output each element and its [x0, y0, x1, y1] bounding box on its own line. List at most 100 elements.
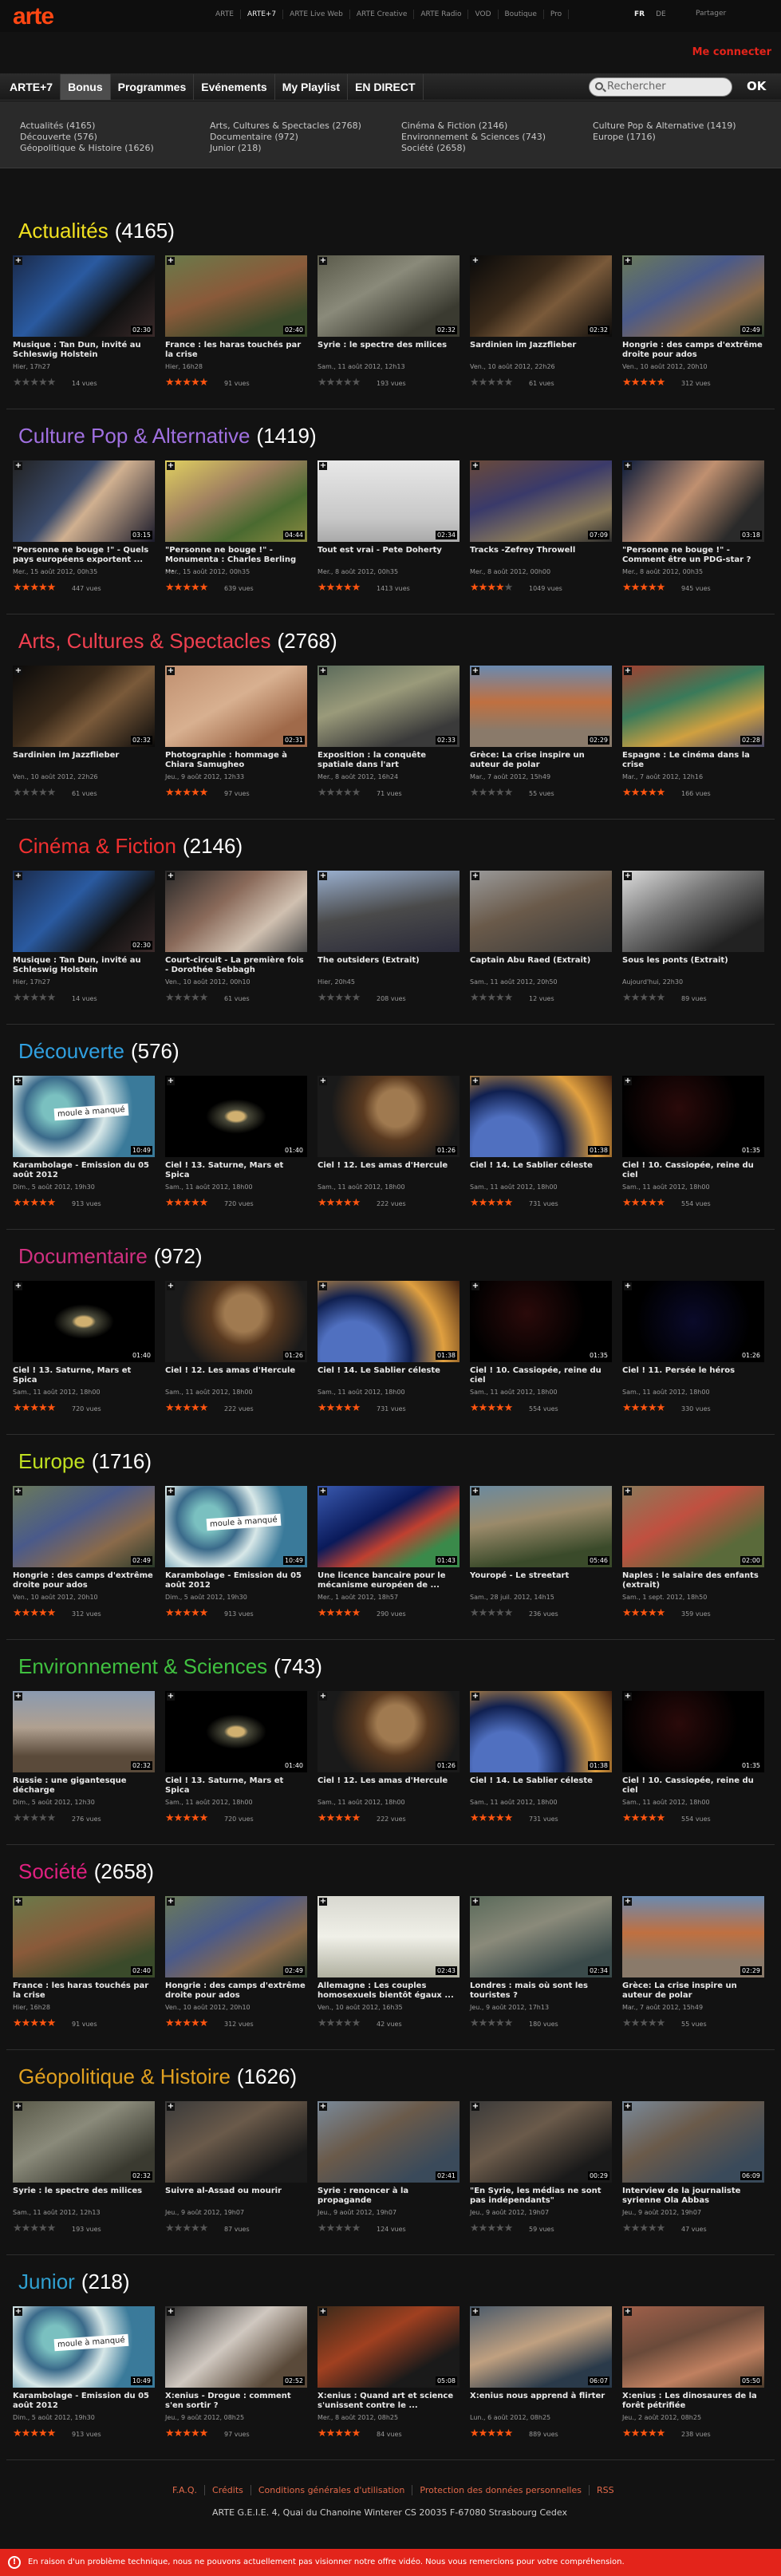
- add-to-playlist-icon[interactable]: +: [471, 1488, 479, 1495]
- video-thumbnail[interactable]: +02:32: [13, 2101, 155, 2183]
- topnav-pro[interactable]: Pro: [544, 10, 570, 19]
- video-title[interactable]: Allemagne : Les couples homosexuels bien…: [318, 1981, 460, 2001]
- video-thumbnail[interactable]: +05:08: [318, 2306, 460, 2388]
- add-to-playlist-icon[interactable]: +: [471, 872, 479, 880]
- section-category-name[interactable]: Culture Pop & Alternative: [18, 424, 250, 448]
- footer-link-cgu[interactable]: Conditions générales d'utilisation: [251, 2485, 413, 2495]
- add-to-playlist-icon[interactable]: +: [167, 2308, 175, 2316]
- video-card[interactable]: +02:32 Syrie : le spectre des milices Sam.…: [13, 2101, 155, 2241]
- section-category-name[interactable]: Géopolitique & Histoire: [18, 2064, 231, 2088]
- add-to-playlist-icon[interactable]: +: [167, 1898, 175, 1906]
- video-card[interactable]: +01:40 Ciel ! 13. Saturne, Mars et Spica S…: [13, 1281, 155, 1420]
- add-to-playlist-icon[interactable]: +: [471, 2308, 479, 2316]
- video-card[interactable]: +02:29 Grèce: La crise inspire un auteur …: [622, 1896, 764, 2036]
- topnav-boutique[interactable]: Boutique: [499, 10, 544, 19]
- topnav-liveweb[interactable]: ARTE Live Web: [283, 10, 350, 19]
- video-thumbnail[interactable]: +01:26: [318, 1691, 460, 1772]
- section-category-name[interactable]: Société: [18, 1859, 88, 1883]
- video-thumbnail[interactable]: +04:44: [165, 460, 307, 542]
- video-thumbnail[interactable]: +02:49: [13, 1486, 155, 1567]
- add-to-playlist-icon[interactable]: +: [471, 462, 479, 470]
- add-to-playlist-icon[interactable]: +: [319, 872, 327, 880]
- section-title[interactable]: Actualités (4165): [18, 219, 175, 243]
- add-to-playlist-icon[interactable]: +: [167, 1077, 175, 1085]
- nav-evenements[interactable]: Evénements: [194, 74, 275, 100]
- video-card[interactable]: +01:35 Ciel ! 10. Cassiopée, reine du cie…: [470, 1281, 612, 1420]
- video-title[interactable]: Sardinien im Jazzflieber: [470, 341, 612, 350]
- search-ok-button[interactable]: OK: [747, 79, 766, 93]
- video-thumbnail[interactable]: +01:35: [622, 1076, 764, 1157]
- footer-link-faq[interactable]: F.A.Q.: [165, 2485, 206, 2495]
- category-link[interactable]: Culture Pop & Alternative (1419): [593, 121, 736, 131]
- add-to-playlist-icon[interactable]: +: [471, 1898, 479, 1906]
- video-thumbnail[interactable]: +01:38: [470, 1691, 612, 1772]
- footer-link-privacy[interactable]: Protection des données personnelles: [412, 2485, 590, 2495]
- add-to-playlist-icon[interactable]: +: [624, 1693, 632, 1701]
- video-card[interactable]: +01:38 Ciel ! 14. Le Sablier céleste Sam.,…: [470, 1076, 612, 1215]
- category-link[interactable]: Documentaire (972): [210, 132, 298, 142]
- video-title[interactable]: Karambolage - Émission du 05 août 2012: [13, 1161, 155, 1180]
- video-card[interactable]: +05:50 X:enius : Les dinosaures de la for…: [622, 2306, 764, 2446]
- video-thumbnail[interactable]: +02:43: [318, 1896, 460, 1977]
- video-title[interactable]: Sardinien im Jazzflieber: [13, 751, 155, 761]
- video-card[interactable]: +02:30 Musique : Tan Dun, invité au Schle…: [13, 871, 155, 1010]
- video-card[interactable]: + Court-circuit - La première fois - Doro…: [165, 871, 307, 1010]
- add-to-playlist-icon[interactable]: +: [624, 2308, 632, 2316]
- add-to-playlist-icon[interactable]: +: [167, 1282, 175, 1290]
- video-thumbnail[interactable]: +01:26: [165, 1281, 307, 1362]
- video-title[interactable]: Musique : Tan Dun, invité au Schleswig H…: [13, 341, 155, 360]
- video-card[interactable]: +01:26 Ciel ! 12. Les amas d'Hercule Sam.,…: [318, 1691, 460, 1831]
- topnav-arte7[interactable]: ARTE+7: [241, 10, 284, 19]
- video-thumbnail[interactable]: +02:52: [165, 2306, 307, 2388]
- video-thumbnail[interactable]: +01:40: [165, 1076, 307, 1157]
- video-thumbnail[interactable]: +02:49: [165, 1896, 307, 1977]
- video-thumbnail[interactable]: +02:41: [318, 2101, 460, 2183]
- add-to-playlist-icon[interactable]: +: [14, 872, 22, 880]
- video-title[interactable]: "Personne ne bouge !" - Comment être un …: [622, 546, 764, 565]
- video-title[interactable]: Ciel ! 14. Le Sablier céleste: [470, 1776, 612, 1786]
- topnav-vod[interactable]: VOD: [468, 10, 499, 19]
- add-to-playlist-icon[interactable]: +: [14, 667, 22, 675]
- add-to-playlist-icon[interactable]: +: [624, 257, 632, 265]
- footer-link-rss[interactable]: RSS: [590, 2485, 621, 2495]
- category-link[interactable]: Arts, Cultures & Spectacles (2768): [210, 121, 361, 131]
- video-thumbnail[interactable]: +02:00: [622, 1486, 764, 1567]
- topnav-arte[interactable]: ARTE: [209, 10, 241, 19]
- video-card[interactable]: +01:40 Ciel ! 13. Saturne, Mars et Spica S…: [165, 1076, 307, 1215]
- add-to-playlist-icon[interactable]: +: [319, 1282, 327, 1290]
- video-card[interactable]: +06:09 Interview de la journaliste syrien…: [622, 2101, 764, 2241]
- video-card[interactable]: +04:44 "Personne ne bouge !" - Monumenta …: [165, 460, 307, 600]
- video-card[interactable]: + The outsiders (Extrait) Hier, 20h45 ★★★★★…: [318, 871, 460, 1010]
- add-to-playlist-icon[interactable]: +: [624, 462, 632, 470]
- section-category-name[interactable]: Découverte: [18, 1039, 124, 1063]
- video-title[interactable]: Ciel ! 13. Saturne, Mars et Spica: [13, 1366, 155, 1385]
- video-thumbnail[interactable]: moule à manqué +10:49: [13, 2306, 155, 2388]
- video-thumbnail[interactable]: +05:50: [622, 2306, 764, 2388]
- video-thumbnail[interactable]: +02:34: [318, 460, 460, 542]
- arte-logo[interactable]: arte: [13, 3, 54, 30]
- add-to-playlist-icon[interactable]: +: [14, 1693, 22, 1701]
- add-to-playlist-icon[interactable]: +: [14, 1077, 22, 1085]
- video-title[interactable]: Youropé - Le streetart: [470, 1571, 612, 1581]
- video-thumbnail[interactable]: +03:15: [13, 460, 155, 542]
- add-to-playlist-icon[interactable]: +: [319, 462, 327, 470]
- video-thumbnail[interactable]: +02:29: [622, 1896, 764, 1977]
- video-card[interactable]: +06:07 X:enius nous apprend à flirter Lun.…: [470, 2306, 612, 2446]
- section-title[interactable]: Arts, Cultures & Spectacles (2768): [18, 629, 337, 653]
- video-thumbnail[interactable]: +02:32: [13, 666, 155, 747]
- video-thumbnail[interactable]: +: [470, 871, 612, 952]
- share-link[interactable]: Partager: [696, 10, 726, 18]
- video-thumbnail[interactable]: +00:29: [470, 2101, 612, 2183]
- add-to-playlist-icon[interactable]: +: [471, 1282, 479, 1290]
- section-title[interactable]: Géopolitique & Histoire (1626): [18, 2064, 297, 2088]
- video-thumbnail[interactable]: +02:30: [13, 871, 155, 952]
- section-title[interactable]: Culture Pop & Alternative (1419): [18, 424, 317, 448]
- topnav-radio[interactable]: ARTE Radio: [414, 10, 469, 19]
- add-to-playlist-icon[interactable]: +: [319, 667, 327, 675]
- video-title[interactable]: Ciel ! 11. Persée le héros: [622, 1366, 764, 1376]
- video-title[interactable]: Grèce: La crise inspire un auteur de pol…: [622, 1981, 764, 2001]
- add-to-playlist-icon[interactable]: +: [624, 1898, 632, 1906]
- video-thumbnail[interactable]: +02:32: [470, 255, 612, 337]
- section-title[interactable]: Junior (218): [18, 2270, 130, 2294]
- add-to-playlist-icon[interactable]: +: [624, 1488, 632, 1495]
